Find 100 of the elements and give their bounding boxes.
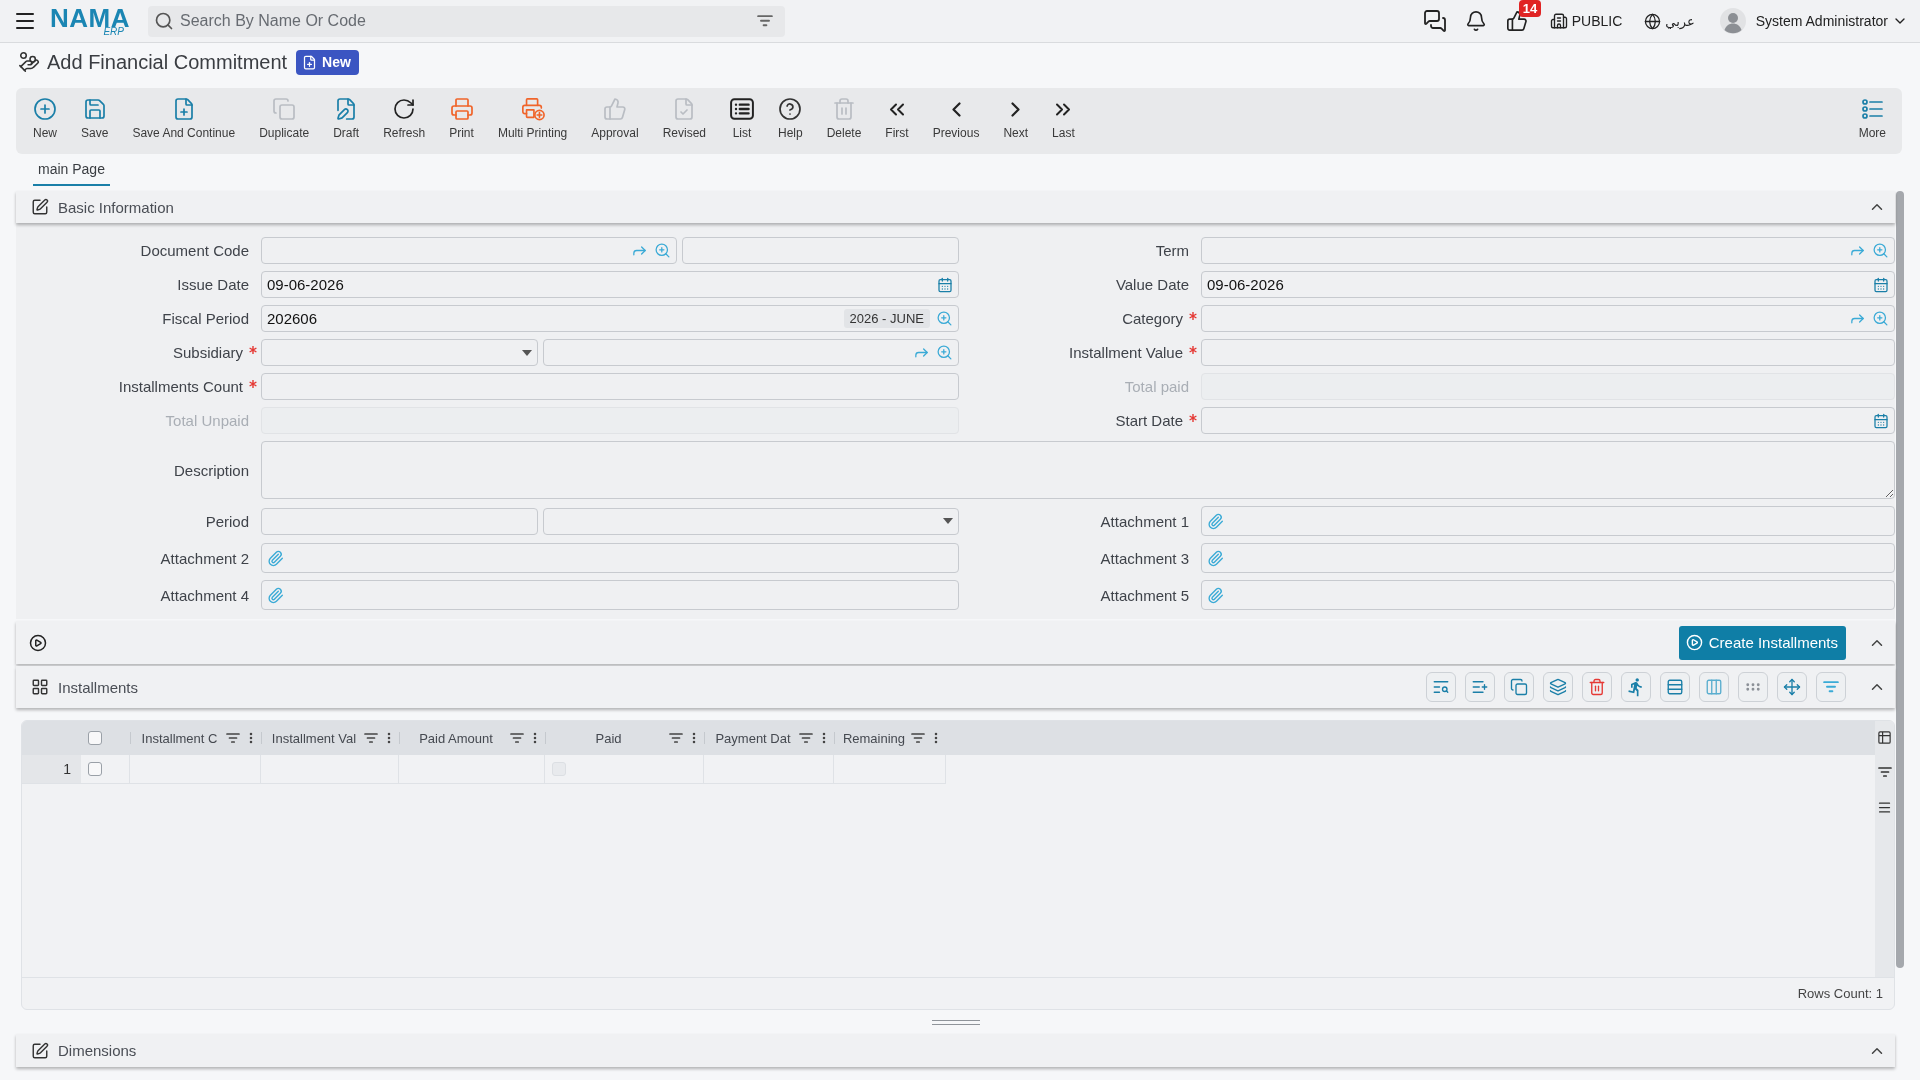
create-installments-button[interactable]: Create Installments <box>1678 625 1846 660</box>
section-title: Dimensions <box>58 1042 137 1059</box>
filter-icon[interactable] <box>799 732 813 744</box>
grid-tool-button[interactable] <box>1621 672 1651 702</box>
menu-icon[interactable] <box>1877 799 1892 815</box>
grid-tool-button[interactable] <box>1660 672 1690 702</box>
column-header[interactable]: Installment Val <box>268 730 360 746</box>
field-label: Attachment 2 <box>160 549 249 567</box>
search-plus-icon[interactable] <box>936 310 953 327</box>
filter-icon[interactable] <box>1877 767 1892 778</box>
description-field[interactable] <box>261 441 1895 499</box>
toolbar-button[interactable]: Multi Printing <box>485 88 580 154</box>
caret-down-icon[interactable] <box>943 518 953 524</box>
grid-tool-button[interactable] <box>1504 672 1534 702</box>
column-header[interactable]: Payment Dat <box>711 730 795 746</box>
chat-icon[interactable] <box>1422 9 1447 33</box>
text-field[interactable] <box>1201 339 1895 366</box>
toolbar-button[interactable]: New <box>21 88 69 154</box>
select-field[interactable] <box>261 339 539 366</box>
paperclip-icon[interactable] <box>267 586 284 604</box>
search-plus-icon[interactable] <box>1872 310 1889 327</box>
attachment-field[interactable] <box>1201 506 1895 536</box>
toolbar-button[interactable]: More <box>1846 88 1898 154</box>
play-circle-icon[interactable] <box>29 633 47 652</box>
filter-icon[interactable] <box>364 732 378 744</box>
grid-tool-button[interactable] <box>1543 672 1573 702</box>
toolbar-button[interactable]: Last <box>1040 88 1087 154</box>
attachment-field[interactable] <box>261 543 959 573</box>
date-field[interactable]: 09-06-2026 <box>1201 271 1895 298</box>
toolbar-button[interactable]: Save And Continue <box>120 88 248 154</box>
field-label: Attachment 4 <box>160 586 249 604</box>
toolbar-button[interactable]: First <box>873 88 921 154</box>
attachment-field[interactable] <box>1201 580 1895 610</box>
select-field[interactable] <box>543 507 959 535</box>
grid-tool-button[interactable] <box>1777 672 1807 702</box>
search-plus-icon[interactable] <box>936 344 953 361</box>
grid-tool-button[interactable] <box>1582 672 1612 702</box>
resize-handle[interactable] <box>931 1019 980 1025</box>
paperclip-icon[interactable] <box>1207 512 1224 530</box>
calendar-icon[interactable] <box>937 276 953 293</box>
edit-icon <box>31 198 49 216</box>
user-menu[interactable]: System Administrator <box>1755 13 1908 29</box>
grid-tool-button[interactable] <box>1426 672 1456 702</box>
lookup-field[interactable] <box>543 339 959 366</box>
toolbar-button[interactable]: Refresh <box>371 88 438 154</box>
toolbar-button[interactable]: Print <box>437 88 486 154</box>
paperclip-icon[interactable] <box>1207 549 1224 567</box>
calendar-icon[interactable] <box>1873 412 1889 429</box>
column-header[interactable]: Remaining <box>841 730 907 746</box>
avatar-icon[interactable] <box>1719 8 1746 34</box>
filter-icon[interactable] <box>226 732 240 744</box>
lookup-field[interactable] <box>1201 305 1895 332</box>
scrollbar-thumb[interactable] <box>1896 191 1904 968</box>
search-plus-icon[interactable] <box>1872 242 1889 259</box>
attachment-field[interactable] <box>1201 543 1895 573</box>
tab[interactable]: main Page <box>33 154 110 186</box>
bell-icon[interactable] <box>1464 10 1487 32</box>
text-field[interactable] <box>261 507 539 535</box>
field-label: Installment Value <box>1069 344 1183 361</box>
text-field[interactable] <box>681 237 959 264</box>
field-label: Attachment 5 <box>1100 586 1189 604</box>
date-field[interactable]: 09-06-2026 <box>261 271 959 298</box>
field-label: Attachment 3 <box>1100 549 1189 567</box>
grid-tool-button[interactable] <box>1738 672 1768 702</box>
company-selector[interactable]: PUBLIC <box>1549 12 1623 30</box>
toolbar-button[interactable]: Previous <box>920 88 992 154</box>
grid-tool-button[interactable] <box>1816 672 1846 702</box>
date-field[interactable] <box>1201 407 1895 434</box>
paperclip-icon[interactable] <box>267 549 284 567</box>
text-field[interactable] <box>261 373 959 400</box>
search-field[interactable]: Search By Name Or Code <box>180 12 751 30</box>
checkbox[interactable] <box>88 731 102 745</box>
toolbar-button[interactable]: Next <box>991 88 1041 154</box>
lookup-field[interactable] <box>261 237 677 264</box>
toolbar-button[interactable]: Help <box>766 88 815 154</box>
grid-tool-button[interactable] <box>1699 672 1729 702</box>
toolbar-button[interactable]: Draft <box>321 88 372 154</box>
toolbar-button[interactable]: Save <box>69 88 121 154</box>
lookup-field[interactable]: 202606 2026 - JUNE <box>261 305 959 332</box>
attachment-field[interactable] <box>261 580 959 610</box>
filter-icon[interactable] <box>669 732 683 744</box>
caret-down-icon[interactable] <box>522 349 533 356</box>
field-label: Subsidiary <box>172 344 243 361</box>
search-bar[interactable]: Search By Name Or Code <box>148 5 785 37</box>
filter-icon[interactable] <box>911 732 925 744</box>
table-icon[interactable] <box>1877 730 1892 745</box>
grid-tool-button[interactable] <box>1465 672 1495 702</box>
column-header[interactable]: Paid Amount <box>406 730 506 746</box>
filter-icon[interactable] <box>757 15 773 27</box>
search-plus-icon[interactable] <box>653 242 671 259</box>
toolbar-button[interactable]: List <box>718 88 766 154</box>
calendar-icon[interactable] <box>1873 276 1889 293</box>
filter-icon[interactable] <box>510 732 524 744</box>
language-button[interactable]: عربي <box>1644 12 1695 30</box>
column-header[interactable]: Paid <box>552 730 665 746</box>
column-header[interactable]: Installment C <box>137 730 222 746</box>
checkbox[interactable] <box>88 762 102 776</box>
paperclip-icon[interactable] <box>1207 586 1224 604</box>
lookup-field[interactable] <box>1201 237 1895 264</box>
field-label: Value Date <box>1115 276 1189 293</box>
